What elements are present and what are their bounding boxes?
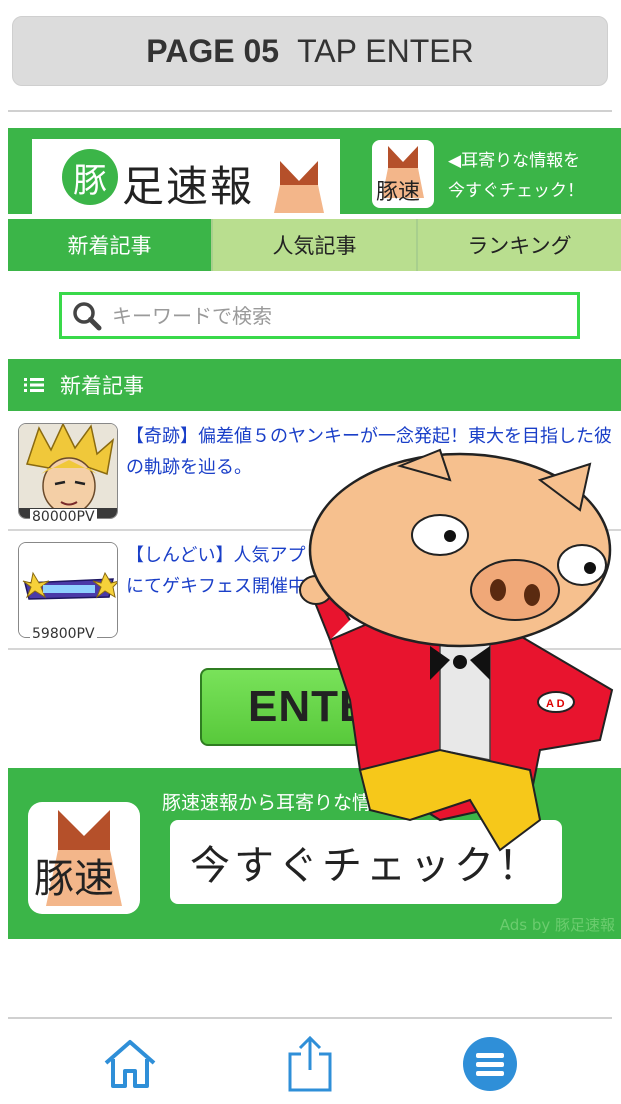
logo-circle: 豚 xyxy=(62,149,118,205)
pig-ear-mark-icon xyxy=(274,161,324,213)
page-instruction-banner: PAGE 05 TAP ENTER xyxy=(12,16,608,86)
tagline-line2: 今すぐチェック！ xyxy=(448,181,584,201)
search-input[interactable] xyxy=(112,303,552,328)
nav-home-button[interactable] xyxy=(100,1034,160,1094)
search-icon xyxy=(73,301,102,330)
ads-by-label: Ads by 豚足速報 xyxy=(499,916,615,934)
ad-icon-text: 豚速 xyxy=(34,856,114,902)
header-icon-text: 豚速 xyxy=(376,180,421,205)
menu-icon xyxy=(463,1037,517,1091)
article-thumbnail xyxy=(18,542,118,638)
ad-app-icon: 豚速 xyxy=(28,802,140,914)
section-title: 新着記事 xyxy=(60,374,144,398)
page-label: PAGE 05 xyxy=(146,32,280,69)
tab-popular-articles[interactable]: 人気記事 xyxy=(213,219,418,271)
logo-text: 足速報 xyxy=(122,162,255,211)
nav-share-button[interactable] xyxy=(280,1034,340,1094)
pig-mascot-image: A D xyxy=(299,448,614,852)
share-icon xyxy=(288,1036,332,1092)
divider xyxy=(8,1017,612,1019)
list-icon xyxy=(24,378,44,392)
svg-text:A D: A D xyxy=(546,698,565,710)
site-logo[interactable]: 豚 足速報 xyxy=(32,139,340,214)
bottom-navigation xyxy=(0,1030,621,1100)
tab-new-articles[interactable]: 新着記事 xyxy=(8,219,213,271)
header-app-icon[interactable]: 豚速 xyxy=(372,140,434,208)
search-box xyxy=(59,292,580,339)
character-thumbnail-icon xyxy=(19,424,117,518)
site-header: 豚 足速報 豚速 ◀耳寄りな情報を 今すぐチェック！ xyxy=(8,128,621,214)
tagline-line1: ◀耳寄りな情報を xyxy=(448,151,581,171)
home-icon xyxy=(104,1040,156,1088)
header-tagline: ◀耳寄りな情報を 今すぐチェック！ xyxy=(448,146,584,206)
game-logo-thumbnail-icon xyxy=(19,543,117,637)
article-pv-count: 80000PV xyxy=(30,509,97,525)
article-tabs: 新着記事 人気記事 ランキング xyxy=(8,219,621,271)
divider xyxy=(8,110,612,112)
instruction-text: TAP ENTER xyxy=(297,32,474,69)
article-pv-count: 59800PV xyxy=(30,626,97,642)
article-thumbnail xyxy=(18,423,118,519)
nav-menu-button[interactable] xyxy=(460,1034,520,1094)
section-header: 新着記事 xyxy=(8,359,621,411)
tab-ranking[interactable]: ランキング xyxy=(418,219,621,271)
